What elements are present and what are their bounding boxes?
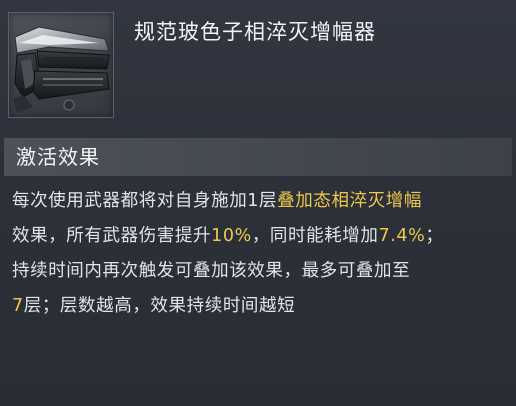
item-tooltip-panel: 规范玻色子相淬灭增幅器 激活效果 每次使用武器都将对自身施加1层叠加态相淬灭增幅… [0, 0, 516, 406]
effect-text: ，同时能耗增加 [251, 226, 379, 246]
effect-line: 效果，所有武器伤害提升10%，同时能耗增加7.4%； [12, 219, 508, 254]
activation-effect-header: 激活效果 [4, 138, 512, 176]
effect-text: 每次使用武器都将对自身施加1层 [12, 191, 278, 211]
item-header: 规范玻色子相淬灭增幅器 [0, 0, 516, 130]
effect-description: 每次使用武器都将对自身施加1层叠加态相淬灭增幅 效果，所有武器伤害提升10%，同时… [12, 184, 508, 324]
effect-text: 效果，所有武器伤害提升 [12, 226, 212, 246]
weapon-module-icon [13, 26, 110, 113]
item-name: 规范玻色子相淬灭增幅器 [134, 20, 376, 44]
highlighted-value: 7 [12, 296, 24, 316]
highlighted-value: 10% [211, 226, 252, 246]
section-title: 激活效果 [16, 145, 100, 169]
effect-line: 持续时间内再次触发可叠加该效果，最多可叠加至 [12, 254, 508, 289]
effect-text: 持续时间内再次触发可叠加该效果，最多可叠加至 [12, 261, 411, 281]
highlighted-value: 叠加态相淬灭增幅 [277, 191, 422, 211]
effect-line: 7层；层数越高，效果持续时间越短 [12, 289, 508, 324]
effect-text: ； [425, 226, 444, 246]
highlighted-value: 7.4% [378, 226, 426, 246]
item-icon-frame [8, 12, 114, 118]
effect-line: 每次使用武器都将对自身施加1层叠加态相淬灭增幅 [12, 184, 508, 219]
effect-text: 层；层数越高，效果持续时间越短 [23, 296, 296, 316]
